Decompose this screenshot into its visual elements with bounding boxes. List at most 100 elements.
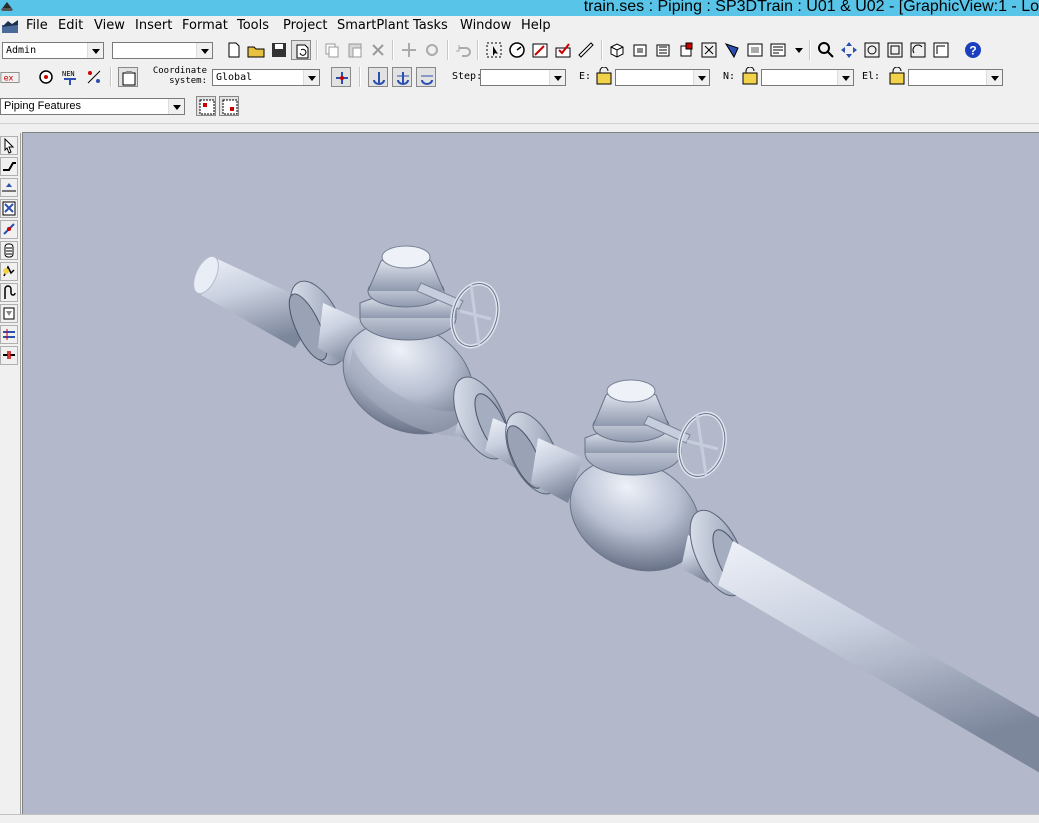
magnifier-icon [818,42,834,58]
route-pipe-button[interactable] [0,157,18,176]
split-icon [2,201,16,216]
task-selector-value: Piping Features [4,100,82,112]
chevron-down-icon[interactable] [303,70,319,85]
pan-button[interactable] [839,40,859,60]
fit-button[interactable] [885,40,905,60]
graphic-view[interactable] [22,132,1039,815]
chevron-down-icon[interactable] [168,99,184,114]
help-icon: ? [965,42,981,58]
menu-file[interactable]: File [26,18,48,33]
chevron-down-icon[interactable] [87,43,103,58]
insert-sleeve-button[interactable] [0,325,18,344]
zoom-area-button[interactable] [699,40,719,60]
paste-button[interactable] [345,40,365,60]
lock-n-button[interactable] [740,67,760,87]
feature-run-button[interactable] [219,96,239,116]
menu-tools[interactable]: Tools [237,18,269,33]
insert-spec-break-button[interactable] [0,262,18,281]
insert-support-button[interactable] [0,304,18,323]
n-coordinate-combo[interactable] [761,69,854,86]
gate-valve-1[interactable] [279,245,519,467]
permission-group-combo[interactable]: Admin [2,42,104,59]
connect-button[interactable] [0,220,18,239]
insert-split-button[interactable] [0,199,18,218]
measure-button[interactable] [507,40,527,60]
insert-tap-button[interactable] [0,241,18,260]
el-coordinate-combo[interactable] [908,69,1003,86]
view-side-button[interactable] [676,40,696,60]
chevron-down-icon[interactable] [549,70,565,85]
open-button[interactable] [246,40,266,60]
cube-front-icon [656,44,670,57]
chevron-down-icon[interactable] [196,43,212,58]
fit-view-icon [887,42,903,58]
format-view-dropdown[interactable] [789,40,803,60]
clip-button[interactable] [722,40,742,60]
chevron-down-icon[interactable] [693,70,709,85]
check-button[interactable] [553,40,573,60]
spherical-mode-button[interactable] [118,67,138,87]
refresh-button[interactable] [291,40,311,60]
format-view-button[interactable] [768,40,788,60]
lock-el-button[interactable] [887,67,907,87]
render-button[interactable] [745,40,765,60]
zoom-window-button[interactable] [862,40,882,60]
second-toolbar-combo[interactable] [112,42,213,59]
rotate-button[interactable] [422,40,442,60]
menu-tasks[interactable]: Tasks [413,18,448,33]
help-button[interactable]: ? [963,40,983,60]
gate-valve-2[interactable] [494,379,757,604]
new-button[interactable] [224,40,244,60]
coordinate-system-combo[interactable]: Global [212,69,320,86]
select-button[interactable] [484,40,504,60]
lock-e-button[interactable] [594,67,614,87]
previous-view-button[interactable] [931,40,951,60]
step-combo[interactable] [480,69,566,86]
menu-view[interactable]: View [94,18,125,33]
undo-button[interactable] [453,40,473,60]
chevron-down-icon[interactable] [986,70,1002,85]
insert-weld-button[interactable] [0,346,18,365]
insert-component-button[interactable] [0,178,18,197]
coordinate-lock-button[interactable] [331,67,351,87]
menu-help[interactable]: Help [521,18,551,33]
cube-view-icon [610,43,624,58]
rotate-view-button[interactable] [908,40,928,60]
select-tool-button[interactable] [0,136,18,155]
zoom-button[interactable] [816,40,836,60]
save-button[interactable] [269,40,289,60]
anchor-plane-icon [421,75,433,85]
reset-button[interactable]: ex [0,67,22,87]
task-selector-combo[interactable]: Piping Features [0,98,185,115]
e-coordinate-combo[interactable] [615,69,710,86]
plane-xz-button[interactable] [392,67,412,87]
move-button[interactable] [399,40,419,60]
undo-icon [456,45,471,57]
pipe-segment-lower[interactable] [718,541,1039,773]
relative-mode-button[interactable] [84,67,104,87]
menu-edit[interactable]: Edit [58,18,83,33]
menu-window[interactable]: Window [460,18,511,33]
insert-assembly-button[interactable] [0,283,18,302]
app-icon[interactable] [0,0,14,12]
permission-group-value: Admin [6,45,37,56]
document-icon[interactable] [2,19,18,33]
plane-yz-button[interactable] [416,67,436,87]
properties-button[interactable] [530,40,550,60]
view-front-button[interactable] [653,40,673,60]
menu-insert[interactable]: Insert [135,18,172,33]
copy-button[interactable] [322,40,342,60]
target-button[interactable] [36,67,56,87]
view-iso-button[interactable] [607,40,627,60]
menu-project[interactable]: Project [283,18,327,33]
menu-format[interactable]: Format [182,18,228,33]
plane-xy-button[interactable] [368,67,388,87]
view-top-button[interactable] [630,40,650,60]
feature-filter-button[interactable] [196,96,216,116]
delete-button[interactable] [368,40,388,60]
spec-break-icon [3,265,15,277]
absolute-mode-button[interactable]: NEN [60,67,80,87]
chevron-down-icon[interactable] [837,70,853,85]
menu-smartplant[interactable]: SmartPlant [337,18,409,33]
ruler-button[interactable] [576,40,596,60]
